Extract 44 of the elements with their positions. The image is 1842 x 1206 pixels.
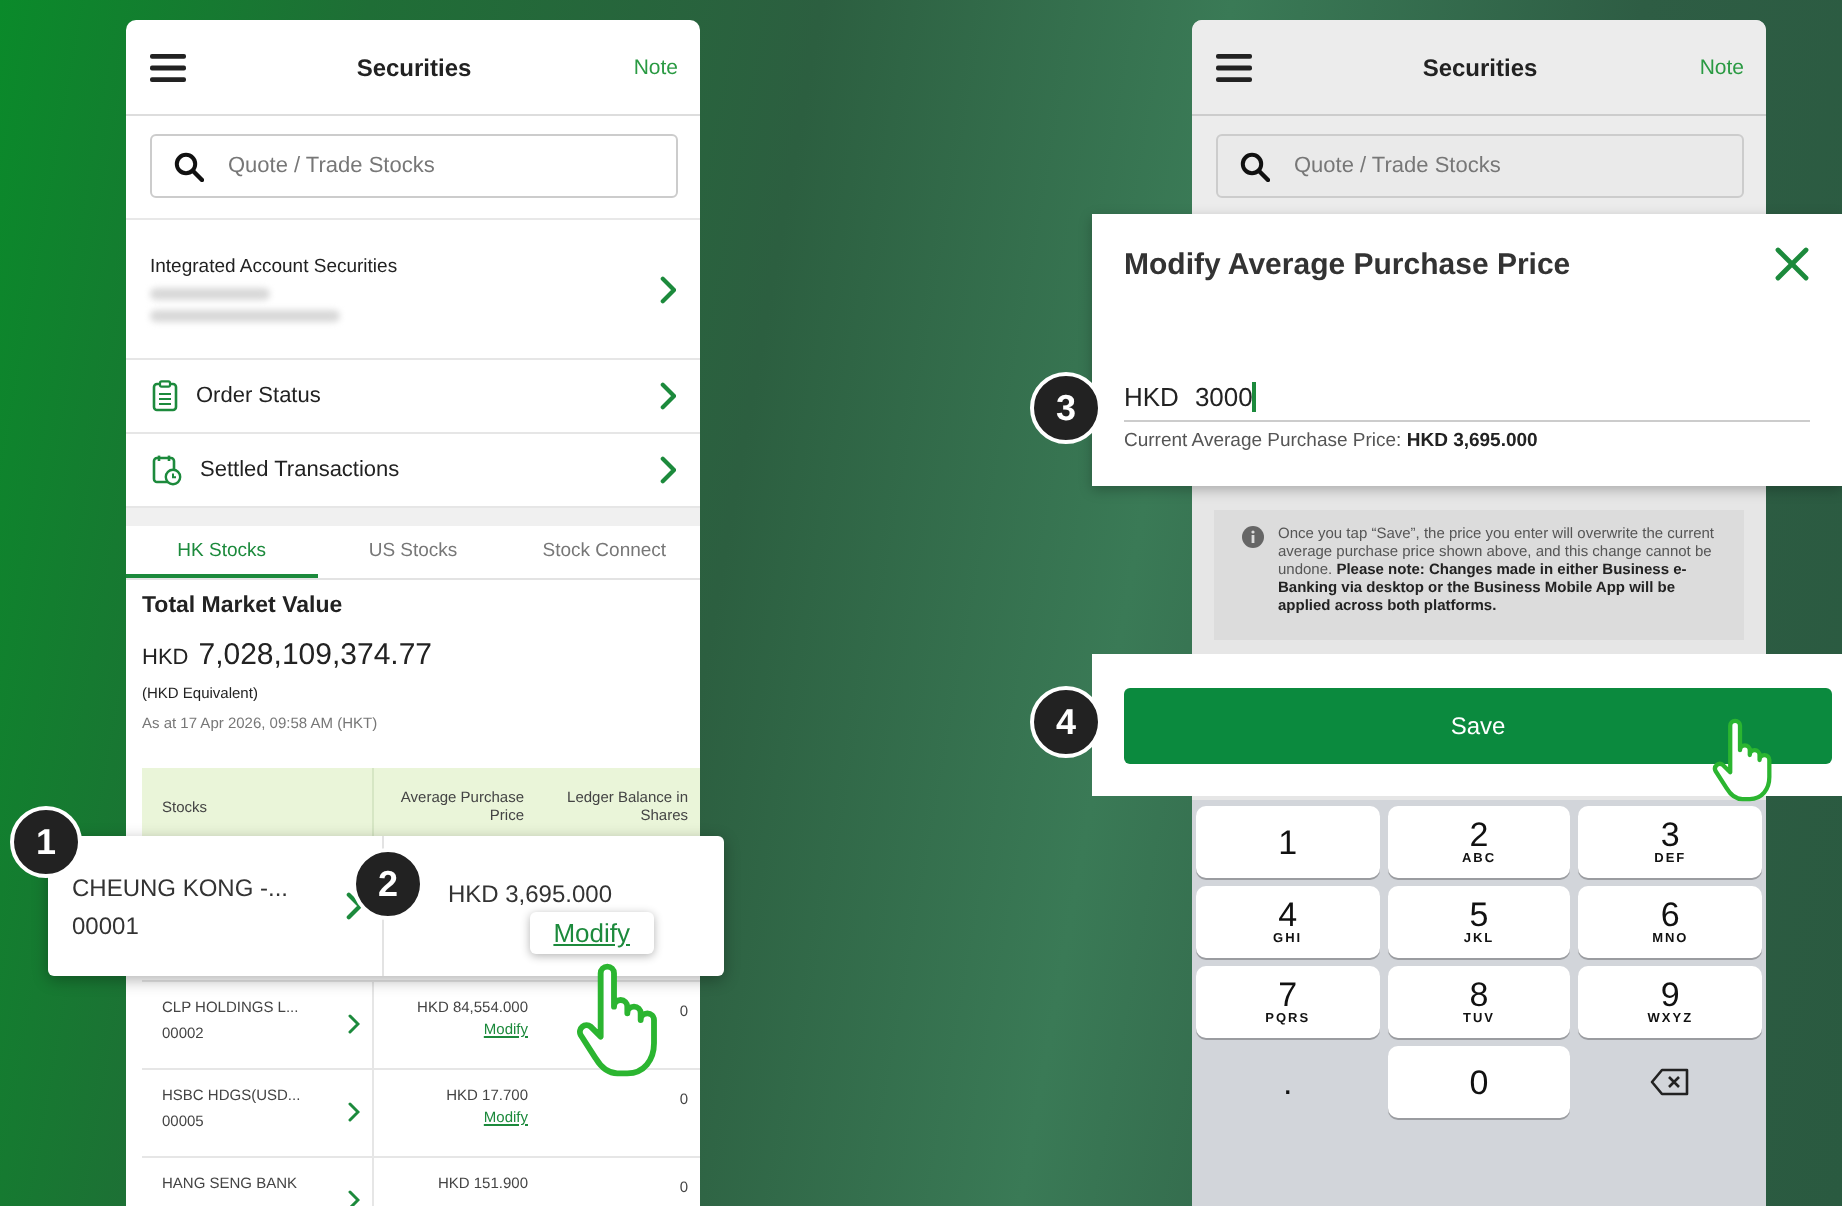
tab[interactable]: HK Stocks	[126, 526, 318, 578]
menu-item[interactable]: Order Status	[126, 360, 700, 434]
close-icon[interactable]	[1774, 246, 1810, 282]
chevron-right-icon	[659, 275, 676, 303]
chevron-right-icon	[345, 892, 362, 920]
modify-button[interactable]: Modify	[529, 912, 654, 954]
menu-icon[interactable]	[150, 53, 186, 81]
blurred-text	[150, 288, 270, 300]
keypad-key[interactable]: 1	[1196, 806, 1380, 878]
chevron-right-icon	[348, 1102, 360, 1122]
account-title: Integrated Account Securities	[150, 256, 400, 278]
tab[interactable]: US Stocks	[317, 526, 509, 578]
current-price-text: Current Average Purchase Price: HKD 3,695.000	[1124, 430, 1540, 452]
keypad-key[interactable]: 0	[1387, 1046, 1571, 1118]
clipboard-icon	[152, 380, 178, 412]
calendar-clock-icon	[152, 454, 182, 486]
info-icon	[1242, 526, 1264, 548]
total-amount: 7,028,109,374.77	[198, 638, 433, 672]
chevron-right-icon	[659, 456, 676, 484]
price-input-field[interactable]: HKD 3000	[1124, 382, 1810, 422]
backspace-icon[interactable]	[1650, 1068, 1691, 1096]
chevron-right-icon	[659, 382, 676, 410]
purchase-price: HKD 3,695.000	[447, 880, 612, 908]
menu-icon[interactable]	[1216, 53, 1252, 81]
search-field[interactable]: Quote / Trade Stocks	[1216, 134, 1744, 198]
step-badge: 3	[1030, 372, 1102, 444]
screen-title: Securities	[356, 53, 472, 81]
total-market-value-label: Total Market Value	[142, 594, 345, 618]
chevron-right-icon	[348, 1190, 360, 1206]
search-icon	[174, 151, 204, 181]
search-field[interactable]: Quote / Trade Stocks	[150, 134, 678, 198]
stock-name: CHEUNG KONG -...	[72, 873, 291, 901]
keypad-key[interactable]: .	[1196, 1046, 1380, 1118]
search-icon	[1240, 151, 1270, 181]
step-badge: 4	[1030, 686, 1102, 758]
note-link[interactable]: Note	[633, 55, 678, 79]
screen-title: Securities	[1422, 53, 1538, 81]
currency-label: HKD	[142, 646, 189, 670]
dialog-title: Modify Average Purchase Price	[1124, 247, 1571, 281]
tab[interactable]: Stock Connect	[508, 526, 700, 578]
step-badge: 1	[10, 806, 82, 878]
stock-code: 00001	[72, 911, 141, 939]
chevron-right-icon	[348, 1014, 360, 1034]
save-button[interactable]: Save	[1124, 687, 1832, 763]
